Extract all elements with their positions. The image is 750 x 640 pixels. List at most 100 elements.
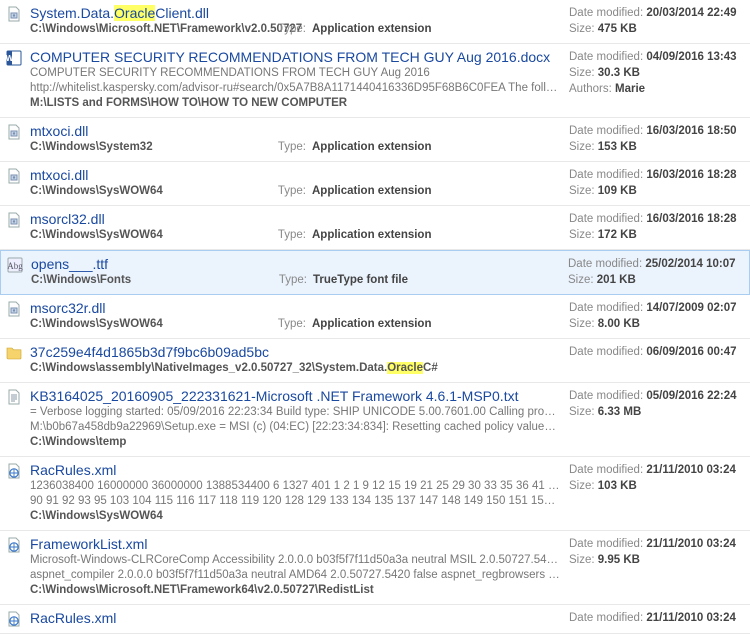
- result-title[interactable]: RacRules.xml: [30, 461, 561, 479]
- search-result-row[interactable]: W COMPUTER SECURITY RECOMMENDATIONS FROM …: [0, 44, 750, 118]
- xml-file-icon: [6, 463, 22, 479]
- result-path: C:\Windows\temp: [30, 436, 126, 448]
- result-main: mtxoci.dllC:\Windows\System32Type:Applic…: [26, 122, 569, 155]
- search-result-row[interactable]: msorcl32.dllC:\Windows\SysWOW64Type:Appl…: [0, 206, 750, 250]
- file-type-icon: [6, 122, 26, 155]
- result-meta: Date modified: 16/03/2016 18:28Size: 109…: [569, 166, 744, 199]
- search-result-row[interactable]: msorc32r.dllC:\Windows\SysWOW64Type:Appl…: [0, 295, 750, 339]
- result-title[interactable]: opens___.ttf: [31, 255, 560, 273]
- file-type-icon: [6, 210, 26, 243]
- result-snippet: 1236038400 16000000 36000000 1388534400 …: [30, 479, 561, 494]
- result-path: M:\LISTS and FORMS\HOW TO\HOW TO NEW COM…: [30, 97, 347, 109]
- search-result-row[interactable]: Abg opens___.ttfC:\Windows\FontsType:True…: [0, 250, 750, 295]
- search-result-row[interactable]: 37c259e4f4d1865b3d7f9bc6b09ad5bcC:\Windo…: [0, 339, 750, 383]
- date-modified: Date modified: 21/11/2010 03:24: [569, 610, 744, 626]
- result-meta: Date modified: 21/11/2010 03:24Size: 103…: [569, 461, 744, 524]
- result-path: C:\Windows\SysWOW64: [30, 185, 163, 197]
- result-snippet: COMPUTER SECURITY RECOMMENDATIONS FROM T…: [30, 66, 561, 81]
- result-main: mtxoci.dllC:\Windows\SysWOW64Type:Applic…: [26, 166, 569, 199]
- file-type-icon: [6, 387, 26, 450]
- date-modified: Date modified: 05/09/2016 22:24: [569, 388, 744, 404]
- word-document-icon: W: [6, 50, 22, 66]
- result-title[interactable]: 37c259e4f4d1865b3d7f9bc6b09ad5bc: [30, 343, 561, 361]
- result-main: msorcl32.dllC:\Windows\SysWOW64Type:Appl…: [26, 210, 569, 243]
- result-main: KB3164025_20160905_222331621-Microsoft .…: [26, 387, 569, 450]
- svg-text:Abg: Abg: [7, 261, 23, 271]
- date-modified: Date modified: 16/03/2016 18:28: [569, 167, 744, 183]
- result-snippet: http://whitelist.kaspersky.com/advisor-r…: [30, 81, 561, 96]
- search-result-row[interactable]: RacRules.xml Date modified: 21/11/2010 03…: [0, 605, 750, 634]
- file-size: Size: 109 KB: [569, 183, 744, 199]
- date-modified: Date modified: 14/07/2009 02:07: [569, 300, 744, 316]
- result-main: RacRules.xml: [26, 609, 569, 627]
- application-extension-icon: [6, 124, 22, 140]
- date-modified: Date modified: 04/09/2016 13:43: [569, 49, 744, 65]
- search-results-list: System.Data.OracleClient.dll C:\Windows\M…: [0, 0, 750, 634]
- result-meta: Date modified: 06/09/2016 00:47: [569, 343, 744, 376]
- result-meta: Date modified: 16/03/2016 18:28Size: 172…: [569, 210, 744, 243]
- result-main: FrameworkList.xmlMicrosoft-Windows-CLRCo…: [26, 535, 569, 598]
- text-file-icon: [6, 389, 22, 405]
- result-meta: Date modified: 21/11/2010 03:24Size: 9.9…: [569, 535, 744, 598]
- search-result-row[interactable]: System.Data.OracleClient.dllC:\Windows\M…: [0, 0, 750, 44]
- result-path: C:\Windows\assembly\NativeImages_v2.0.50…: [30, 362, 438, 374]
- result-title[interactable]: COMPUTER SECURITY RECOMMENDATIONS FROM T…: [30, 48, 561, 66]
- date-modified: Date modified: 21/11/2010 03:24: [569, 462, 744, 478]
- file-size: Size: 172 KB: [569, 227, 744, 243]
- date-modified: Date modified: 21/11/2010 03:24: [569, 536, 744, 552]
- file-type-icon: [6, 299, 26, 332]
- result-title[interactable]: mtxoci.dll: [30, 122, 561, 140]
- result-main: System.Data.OracleClient.dllC:\Windows\M…: [26, 4, 569, 37]
- result-title[interactable]: RacRules.xml: [30, 609, 561, 627]
- result-path: C:\Windows\SysWOW64: [30, 318, 163, 330]
- file-size: Size: 201 KB: [568, 272, 743, 288]
- result-title[interactable]: msorcl32.dll: [30, 210, 561, 228]
- search-result-row[interactable]: RacRules.xml1236038400 16000000 36000000…: [0, 457, 750, 531]
- result-main: 37c259e4f4d1865b3d7f9bc6b09ad5bcC:\Windo…: [26, 343, 569, 376]
- file-type-icon: [6, 166, 26, 199]
- date-modified: Date modified: 20/03/2014 22:49: [569, 5, 744, 21]
- file-type-icon: [6, 343, 26, 376]
- application-extension-icon: [6, 301, 22, 317]
- search-result-row[interactable]: mtxoci.dllC:\Windows\SysWOW64Type:Applic…: [0, 162, 750, 206]
- result-path: C:\Windows\Fonts: [31, 274, 131, 286]
- result-meta: Date modified: 14/07/2009 02:07Size: 8.0…: [569, 299, 744, 332]
- result-snippet: M:\b0b67a458db9a22969\Setup.exe = MSI (c…: [30, 420, 561, 435]
- folder-icon: [6, 345, 22, 361]
- application-extension-icon: [6, 168, 22, 184]
- result-title[interactable]: msorc32r.dll: [30, 299, 561, 317]
- xml-file-icon: [6, 537, 22, 553]
- result-snippet: = Verbose logging started: 05/09/2016 22…: [30, 405, 561, 420]
- file-type-icon: [6, 461, 26, 524]
- result-title[interactable]: FrameworkList.xml: [30, 535, 561, 553]
- search-result-row[interactable]: FrameworkList.xmlMicrosoft-Windows-CLRCo…: [0, 531, 750, 605]
- file-size: Size: 8.00 KB: [569, 316, 744, 332]
- result-snippet: Microsoft-Windows-CLRCoreComp Accessibil…: [30, 553, 561, 568]
- result-main: RacRules.xml1236038400 16000000 36000000…: [26, 461, 569, 524]
- application-extension-icon: [6, 6, 22, 22]
- file-type-icon: [6, 4, 26, 37]
- search-highlight: Oracle: [387, 362, 423, 374]
- file-type-icon: [6, 609, 26, 627]
- result-meta: Date modified: 04/09/2016 13:43Size: 30.…: [569, 48, 744, 111]
- file-size: Size: 30.3 KB: [569, 65, 744, 81]
- search-highlight: Oracle: [114, 5, 155, 21]
- result-snippet: aspnet_compiler 2.0.0.0 b03f5f7f11d50a3a…: [30, 568, 561, 583]
- result-main: opens___.ttfC:\Windows\FontsType:TrueTyp…: [27, 255, 568, 288]
- result-path: C:\Windows\Microsoft.NET\Framework64\v2.…: [30, 584, 374, 596]
- file-type-icon: Abg: [7, 255, 27, 288]
- result-main: COMPUTER SECURITY RECOMMENDATIONS FROM T…: [26, 48, 569, 111]
- search-result-row[interactable]: KB3164025_20160905_222331621-Microsoft .…: [0, 383, 750, 457]
- file-size: Size: 9.95 KB: [569, 552, 744, 568]
- result-meta: Date modified: 05/09/2016 22:24Size: 6.3…: [569, 387, 744, 450]
- result-title[interactable]: System.Data.OracleClient.dll: [30, 4, 561, 22]
- date-modified: Date modified: 16/03/2016 18:50: [569, 123, 744, 139]
- result-title[interactable]: KB3164025_20160905_222331621-Microsoft .…: [30, 387, 561, 405]
- date-modified: Date modified: 16/03/2016 18:28: [569, 211, 744, 227]
- result-title[interactable]: mtxoci.dll: [30, 166, 561, 184]
- search-result-row[interactable]: mtxoci.dllC:\Windows\System32Type:Applic…: [0, 118, 750, 162]
- result-meta: Date modified: 25/02/2014 10:07Size: 201…: [568, 255, 743, 288]
- result-snippet: 90 91 92 93 95 103 104 115 116 117 118 1…: [30, 494, 561, 509]
- svg-text:W: W: [6, 54, 14, 63]
- application-extension-icon: [6, 212, 22, 228]
